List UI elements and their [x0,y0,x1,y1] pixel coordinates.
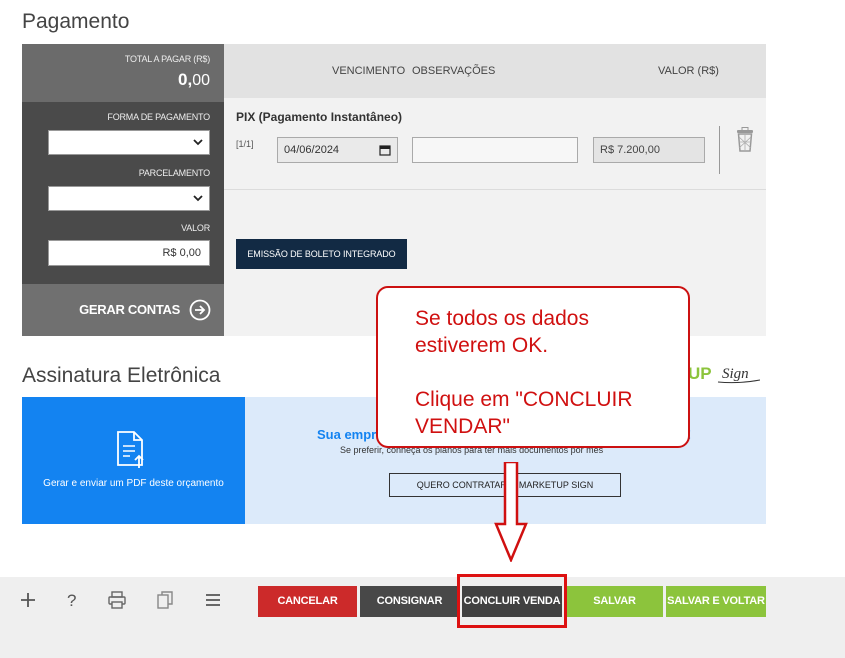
boleto-integrado-button[interactable]: EMISSÃO DE BOLETO INTEGRADO [236,239,407,269]
gerar-contas-button[interactable]: GERAR CONTAS [22,284,224,336]
menu-icon[interactable] [203,590,223,610]
chevron-down-icon [193,195,203,202]
arrow-down-annotation [494,462,528,562]
sign-logo-script: Sign [722,366,749,382]
total-label: TOTAL A PAGAR (R$) [124,54,210,64]
total-value-dec: 00 [192,72,210,89]
total-box: TOTAL A PAGAR (R$) 0,00 [22,44,224,102]
row-divider [719,126,720,174]
generate-pdf-text: Gerar e enviar um PDF deste orçamento [43,478,224,489]
observations-input[interactable] [412,137,578,163]
col-valor: VALOR (R$) [658,65,719,77]
consignar-button[interactable]: CONSIGNAR [360,586,459,617]
due-date-input[interactable]: 04/06/2024 [277,137,398,163]
plus-icon[interactable] [18,590,38,610]
payment-table-header: VENCIMENTO OBSERVAÇÕES VALOR (R$) [224,44,766,98]
payment-form-panel: TOTAL A PAGAR (R$) 0,00 FORMA DE PAGAMEN… [22,44,224,336]
chevron-down-icon [193,139,203,146]
due-date-value: 04/06/2024 [284,144,340,156]
payment-method-title: PIX (Pagamento Instantâneo) [236,110,403,124]
calendar-icon[interactable] [379,144,391,156]
parcelamento-select[interactable] [48,186,210,211]
signature-section-title: Assinatura Eletrônica [22,364,221,387]
generate-pdf-card[interactable]: Gerar e enviar um PDF deste orçamento [22,397,245,524]
sign-promo-headline: Sua empr [317,427,377,442]
trash-icon[interactable] [734,127,756,153]
cancel-button[interactable]: CANCELAR [258,586,357,617]
printer-icon[interactable] [107,590,127,610]
callout-text: Se todos os dados estiverem OK. Clique e… [415,307,633,438]
sign-logo-bold: UP [688,364,712,383]
total-value: 0,00 [178,70,210,90]
copy-icon[interactable] [156,590,176,610]
col-vencimento: VENCIMENTO [332,65,406,77]
gerar-contas-label: GERAR CONTAS [79,302,180,317]
svg-text:?: ? [67,591,76,610]
parcelamento-label: PARCELAMENTO [138,168,210,178]
arrow-right-circle-icon [189,299,211,321]
concluir-highlight-box [457,574,567,628]
installment-label: [1/1] [236,139,254,149]
forma-pagamento-label: FORMA DE PAGAMENTO [107,112,210,122]
valor-label: VALOR [181,223,210,233]
footer-toolbar: ? CANCELAR CONSIGNAR CONCLUIR VENDA SALV… [0,577,845,658]
payment-body-divider [224,189,766,190]
forma-pagamento-select[interactable] [48,130,210,155]
save-button[interactable]: SALVAR [566,586,663,617]
help-icon[interactable]: ? [62,590,82,610]
instruction-callout: Se todos os dados estiverem OK. Clique e… [376,286,690,448]
marketup-sign-logo: UP Sign [688,364,760,384]
document-upload-icon [117,431,144,468]
valor-input[interactable]: R$ 0,00 [48,240,210,266]
payment-section-title: Pagamento [22,10,130,33]
save-and-return-button[interactable]: SALVAR E VOLTAR [666,586,766,617]
entry-value-field[interactable]: R$ 7.200,00 [593,137,705,163]
col-observacoes: OBSERVAÇÕES [412,65,496,77]
total-value-int: 0, [178,70,193,89]
